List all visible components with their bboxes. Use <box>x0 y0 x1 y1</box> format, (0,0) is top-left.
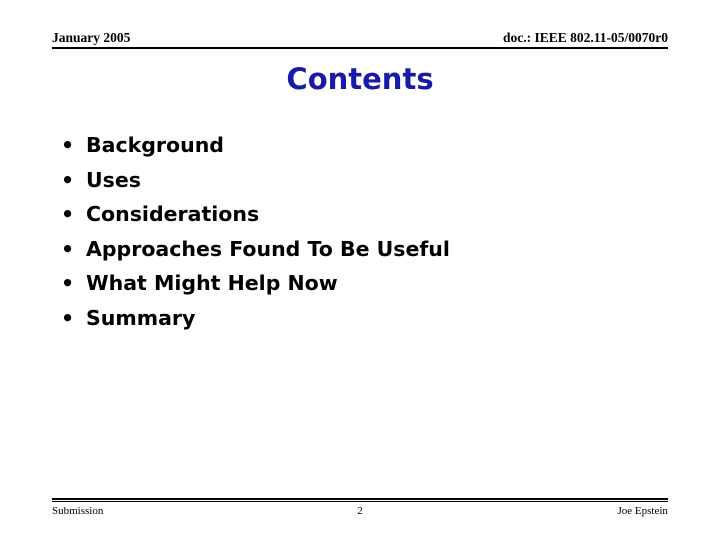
bullet-icon: • <box>61 236 75 261</box>
footer-divider-thin <box>52 501 668 502</box>
slide-body: • Background • Uses • Considerations • A… <box>52 128 668 336</box>
footer-submission-label: Submission <box>52 505 104 517</box>
list-item: • Summary <box>52 301 668 336</box>
footer-row: Submission 2 Joe Epstein <box>52 504 668 518</box>
slide-footer: Submission 2 Joe Epstein <box>52 498 668 524</box>
list-item: • Considerations <box>52 197 668 232</box>
header-date: January 2005 <box>52 30 131 45</box>
footer-page-number: 2 <box>357 505 363 517</box>
list-item: • Approaches Found To Be Useful <box>52 232 668 267</box>
list-item-label: Uses <box>86 167 141 192</box>
bullet-icon: • <box>61 305 75 330</box>
bullet-icon: • <box>61 271 75 296</box>
list-item-label: Considerations <box>86 202 260 227</box>
header-document-id: doc.: IEEE 802.11-05/0070r0 <box>502 30 668 45</box>
header-divider <box>52 47 668 49</box>
header-row: January 2005 doc.: IEEE 802.11-05/0070r0 <box>52 30 668 45</box>
slide-canvas: January 2005 doc.: IEEE 802.11-05/0070r0… <box>0 0 720 540</box>
footer-author: Joe Epstein <box>617 505 668 517</box>
list-item: • Background <box>52 128 668 163</box>
list-item-label: Approaches Found To Be Useful <box>86 236 450 261</box>
bullet-icon: • <box>61 133 75 157</box>
bullet-icon: • <box>61 202 75 227</box>
list-item-label: Summary <box>86 305 196 330</box>
contents-list: • Background • Uses • Considerations • A… <box>52 128 668 336</box>
list-item-label: Background <box>86 133 224 157</box>
slide-header: January 2005 doc.: IEEE 802.11-05/0070r0 <box>52 30 668 50</box>
list-item: • Uses <box>52 163 668 198</box>
bullet-icon: • <box>61 167 75 192</box>
footer-divider-thick <box>52 498 668 500</box>
list-item-label: What Might Help Now <box>86 271 338 296</box>
list-item: • What Might Help Now <box>52 266 668 301</box>
page-title: Contents <box>286 62 434 96</box>
